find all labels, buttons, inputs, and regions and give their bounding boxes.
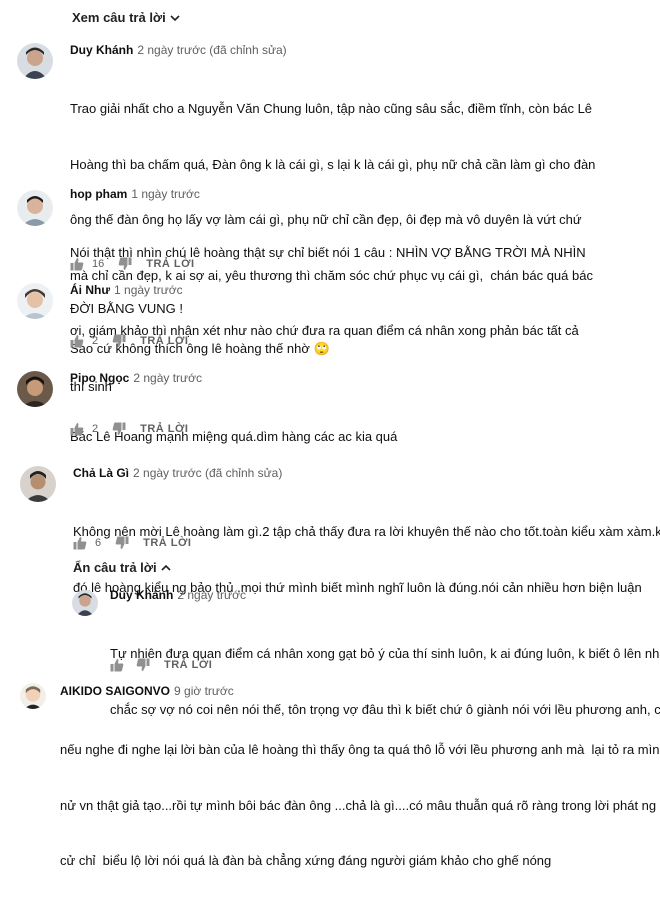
avatar[interactable] xyxy=(17,190,53,226)
thumbs-down-icon[interactable] xyxy=(112,422,126,436)
view-replies-label: Xem câu trả lời xyxy=(72,10,166,25)
reply-button[interactable]: TRẢ LỜI xyxy=(140,423,188,435)
thumbs-up-icon[interactable] xyxy=(110,658,124,672)
comment-meta: Ái Như 1 ngày trước xyxy=(70,283,183,297)
reply-button[interactable]: TRẢ LỜI xyxy=(146,258,194,270)
comment-author[interactable]: hop pham xyxy=(70,187,127,201)
text-line: nử vn thật giả tạo...rồi tự mình bôi bác… xyxy=(60,797,657,813)
comment-author[interactable]: Pipo Ngọc xyxy=(70,371,129,385)
comment-time[interactable]: 2 ngày trước xyxy=(133,371,202,385)
comment-time[interactable]: 2 ngày trước xyxy=(177,588,246,602)
comment-time[interactable]: 1 ngày trước xyxy=(114,283,183,297)
comment-meta: Duy Khánh 2 ngày trước xyxy=(110,588,246,602)
avatar[interactable] xyxy=(72,590,98,616)
avatar[interactable] xyxy=(17,371,53,407)
chevron-down-icon xyxy=(170,14,180,21)
reply-button[interactable]: TRẢ LỜI xyxy=(143,537,191,549)
avatar[interactable] xyxy=(17,43,53,79)
avatar[interactable] xyxy=(20,683,46,709)
avatar[interactable] xyxy=(20,466,56,502)
comment-actions: 6 TRẢ LỜI xyxy=(73,534,191,552)
like-count: 2 xyxy=(92,335,99,347)
comment-meta: Chả Là Gì 2 ngày trước (đã chỉnh sửa) xyxy=(73,466,282,480)
comment-text: nếu nghe đi nghe lại lời bàn của lê hoàn… xyxy=(60,704,660,908)
comment-meta: hop pham 1 ngày trước xyxy=(70,187,200,201)
text-line: nếu nghe đi nghe lại lời bàn của lê hoàn… xyxy=(60,742,660,757)
thumbs-down-icon[interactable] xyxy=(118,257,132,271)
view-replies-button[interactable]: Xem câu trả lời xyxy=(72,10,180,25)
text-line: cử chỉ biểu lộ lời nói quá là đàn bà chẳ… xyxy=(60,853,552,868)
thumbs-up-icon[interactable] xyxy=(70,422,84,436)
like-count: 16 xyxy=(92,258,105,270)
comment-time[interactable]: 2 ngày trước (đã chỉnh sửa) xyxy=(133,466,282,480)
thumbs-up-icon[interactable] xyxy=(73,536,87,550)
comment-author[interactable]: Duy Khánh xyxy=(110,588,173,602)
hide-replies-label: Ẩn câu trả lời xyxy=(73,560,157,575)
reply-button[interactable]: TRẢ LỜI xyxy=(164,659,212,671)
reply-button[interactable]: TRẢ LỜI xyxy=(140,335,188,347)
like-count: 6 xyxy=(95,537,102,549)
comment-actions: TRẢ LỜI xyxy=(110,656,212,674)
comment-time[interactable]: 1 ngày trước xyxy=(131,187,200,201)
text-line: Trao giải nhất cho a Nguyễn Văn Chung lu… xyxy=(70,101,593,116)
comment-time[interactable]: 9 giờ trước xyxy=(174,684,234,698)
thumbs-up-icon[interactable] xyxy=(70,334,84,348)
comment-time[interactable]: 2 ngày trước (đã chỉnh sửa) xyxy=(137,43,286,57)
chevron-up-icon xyxy=(161,564,171,571)
like-count: 2 xyxy=(92,423,99,435)
hide-replies-button[interactable]: Ẩn câu trả lời xyxy=(73,560,171,575)
comment-meta: Duy Khánh 2 ngày trước (đã chỉnh sửa) xyxy=(70,43,287,57)
comment-author[interactable]: Ái Như xyxy=(70,283,110,297)
comment-meta: AIKIDO SAIGONVO 9 giờ trước xyxy=(60,684,234,698)
thumbs-down-icon[interactable] xyxy=(115,536,129,550)
comment-actions: 16 TRẢ LỜI xyxy=(70,255,195,273)
comment-author[interactable]: Chả Là Gì xyxy=(73,466,129,480)
comment-author[interactable]: AIKIDO SAIGONVO xyxy=(60,684,170,698)
comment-actions: 2 TRẢ LỜI xyxy=(70,332,188,350)
thumbs-up-icon[interactable] xyxy=(70,257,84,271)
comment-author[interactable]: Duy Khánh xyxy=(70,43,133,57)
thumbs-down-icon[interactable] xyxy=(136,658,150,672)
avatar[interactable] xyxy=(17,283,53,319)
comment-meta: Pipo Ngọc 2 ngày trước xyxy=(70,371,202,385)
text-line: Hoàng thì ba chấm quá, Đàn ông k là cái … xyxy=(70,156,596,172)
comment-actions: 2 TRẢ LỜI xyxy=(70,420,188,438)
thumbs-down-icon[interactable] xyxy=(112,334,126,348)
